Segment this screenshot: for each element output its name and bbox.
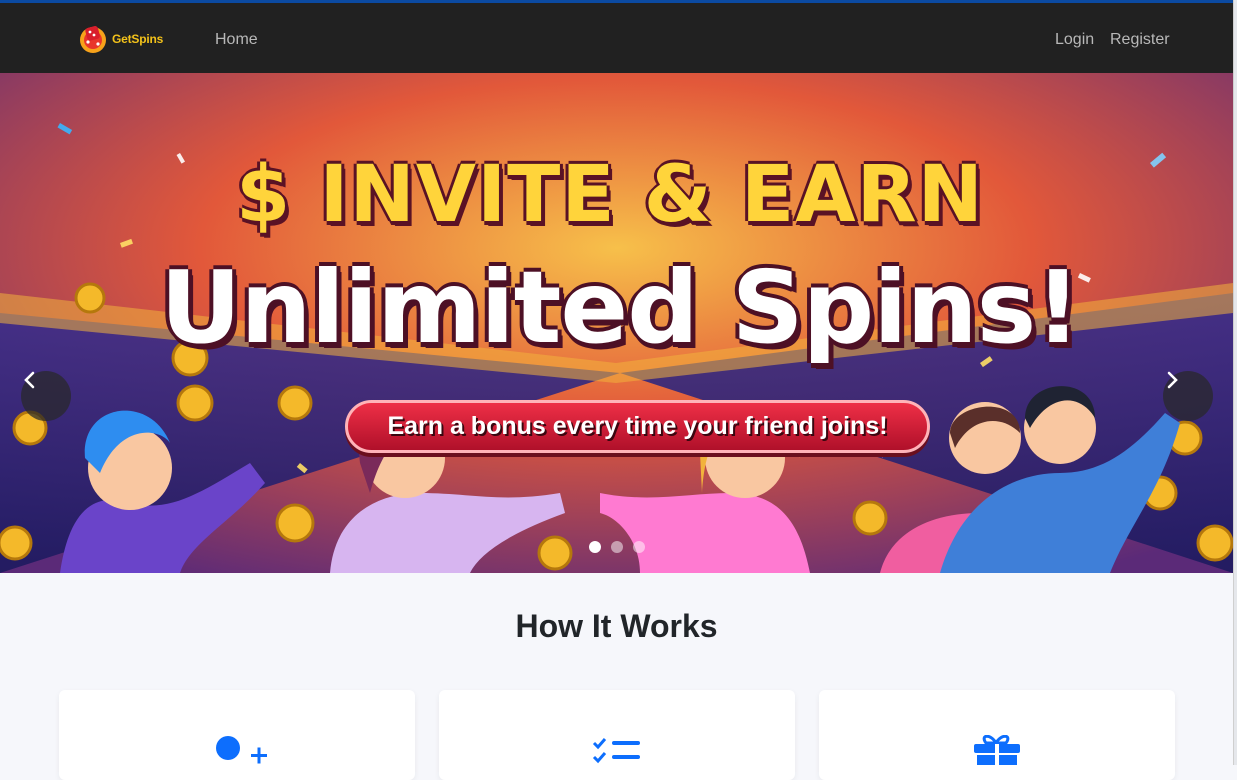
how-it-works-title: How It Works [515, 608, 718, 644]
carousel-indicators [589, 541, 645, 553]
hero-subtitle-banner: Earn a bonus every time your friend join… [345, 400, 930, 453]
hero-title-line1: $ INVITE & EARN [236, 150, 984, 240]
nav-home-link[interactable]: Home [215, 31, 258, 49]
gift-icon [974, 735, 1020, 765]
navbar: GetSpins Home Login Register [0, 3, 1233, 73]
hero-subtitle: Earn a bonus every time your friend join… [387, 412, 888, 440]
chevron-left-icon [24, 371, 35, 389]
user-plus-icon [216, 736, 267, 764]
carousel-next-button[interactable] [1163, 371, 1213, 421]
nav-register-link[interactable]: Register [1110, 31, 1170, 49]
carousel-indicator-3[interactable] [633, 541, 645, 553]
hero-title-line2: Unlimited Spins! [160, 249, 1081, 366]
carousel-indicator-2[interactable] [611, 541, 623, 553]
carousel-prev-button[interactable] [21, 371, 71, 421]
dice-logo-icon [80, 26, 106, 53]
checklist-icon [592, 738, 640, 764]
how-it-works-card-tasks [439, 690, 795, 780]
nav-login-link[interactable]: Login [1055, 31, 1094, 49]
brand-name: GetSpins [112, 32, 164, 46]
brand-logo-link[interactable]: GetSpins [78, 24, 163, 54]
carousel-indicator-1[interactable] [589, 541, 601, 553]
chevron-right-icon [1167, 371, 1178, 389]
how-it-works-card-rewards [819, 690, 1175, 780]
window-scrollbar[interactable] [1233, 0, 1237, 765]
how-it-works-card-invite [59, 690, 415, 780]
hero-carousel: $ INVITE & EARN Unlimited Spins! Earn a … [0, 73, 1233, 573]
